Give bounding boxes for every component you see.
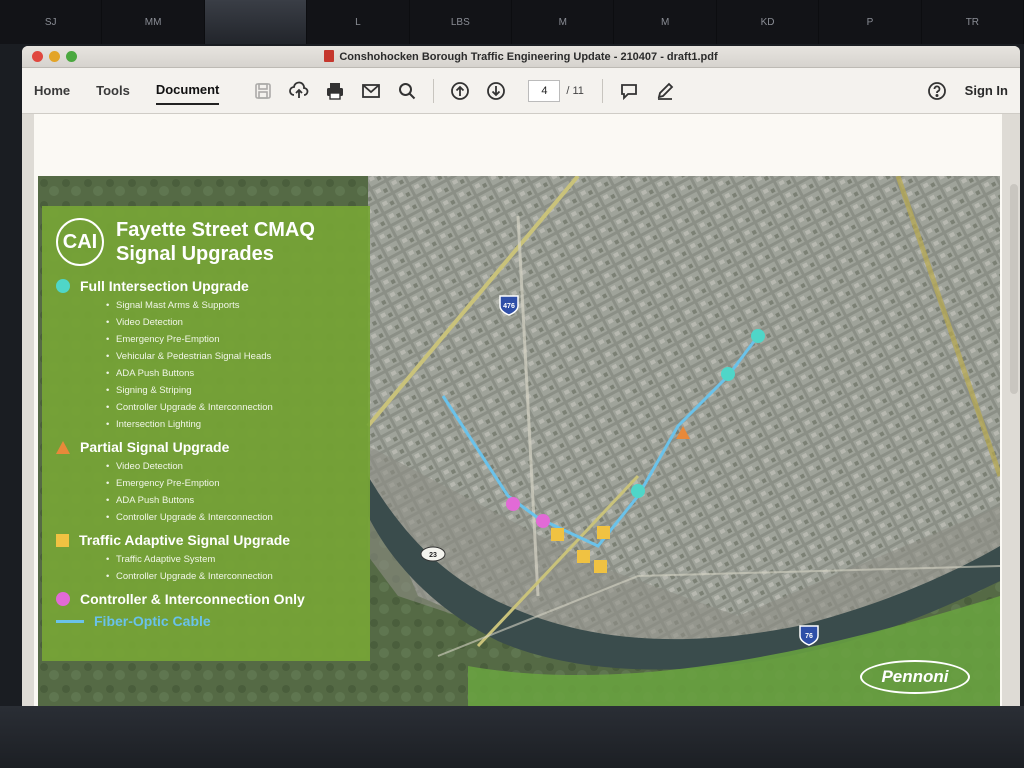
legend-item: Emergency Pre-Emption: [106, 331, 356, 348]
participant-tile[interactable]: M: [512, 0, 615, 44]
window-title: Conshohocken Borough Traffic Engineering…: [22, 50, 1020, 63]
tab-home[interactable]: Home: [34, 77, 70, 104]
legend-item: ADA Push Buttons: [106, 492, 356, 509]
legend-item-list: Traffic Adaptive System Controller Upgra…: [106, 551, 356, 585]
legend-category-label: Full Intersection Upgrade: [80, 278, 249, 294]
document-canvas[interactable]: 476 76 23 CAI Fayette Street CMAQ Signal…: [22, 114, 1020, 706]
participant-video-tile[interactable]: [204, 0, 308, 44]
legend-item: Controller Upgrade & Interconnection: [106, 399, 356, 416]
toolbar-divider: [433, 78, 435, 103]
tab-tools[interactable]: Tools: [96, 77, 130, 104]
page-number-input[interactable]: 4: [528, 79, 561, 102]
route-476-label: 476: [503, 303, 515, 310]
pennoni-logo: Pennoni: [860, 660, 970, 694]
help-icon[interactable]: [926, 80, 948, 102]
legend-category: Partial Signal Upgrade: [56, 439, 356, 455]
legend-category: Traffic Adaptive Signal Upgrade: [56, 532, 356, 548]
participant-tile[interactable]: L: [307, 0, 410, 44]
search-icon[interactable]: [396, 80, 418, 102]
legend-category-label: Traffic Adaptive Signal Upgrade: [79, 532, 291, 548]
legend-category-label: Controller & Interconnection Only: [80, 591, 305, 607]
interstate-shield-icon: 476: [499, 295, 519, 316]
slide-title-line2: Signal Upgrades: [116, 243, 274, 265]
fiber-line-marker-icon: [56, 619, 84, 623]
participant-strip: SJ MM L LBS M M KD P TR: [0, 0, 1024, 44]
participant-tile[interactable]: MM: [102, 0, 205, 44]
legend-item: Signing & Striping: [106, 382, 356, 399]
magenta-circle-marker-icon: [56, 592, 70, 606]
page-down-icon[interactable]: [485, 80, 507, 102]
window-title-text: Conshohocken Borough Traffic Engineering…: [339, 51, 718, 63]
participant-tile[interactable]: TR: [922, 0, 1024, 44]
pdf-viewer-window: Conshohocken Borough Traffic Engineering…: [22, 46, 1020, 706]
teal-circle-marker-icon: [56, 279, 70, 293]
desk-background: [0, 706, 1024, 768]
page-up-icon[interactable]: [449, 80, 471, 102]
legend-category-label: Fiber-Optic Cable: [94, 613, 211, 629]
pdf-file-icon: [324, 50, 335, 62]
comment-icon[interactable]: [618, 80, 640, 102]
cai-logo-icon: CAI: [56, 218, 104, 266]
legend-item: Video Detection: [106, 458, 356, 475]
main-toolbar: Home Tools Document 4 / 11 Sign In: [22, 68, 1020, 114]
participant-tile[interactable]: LBS: [410, 0, 513, 44]
legend-item: Emergency Pre-Emption: [106, 475, 356, 492]
route-23-label: 23: [429, 552, 437, 559]
legend-item: Controller Upgrade & Interconnection: [106, 568, 356, 585]
orange-triangle-marker-icon: [56, 440, 70, 454]
pen-icon[interactable]: [654, 80, 676, 102]
legend-category: Fiber-Optic Cable: [56, 613, 356, 629]
legend-item: ADA Push Buttons: [106, 365, 356, 382]
page-total: / 11: [566, 84, 584, 97]
legend-item: Controller Upgrade & Interconnection: [106, 509, 356, 526]
legend-category: Full Intersection Upgrade: [56, 278, 356, 294]
participant-tile[interactable]: P: [819, 0, 922, 44]
legend-item-list: Signal Mast Arms & Supports Video Detect…: [106, 297, 356, 433]
route-76-label: 76: [805, 633, 813, 640]
participant-tile[interactable]: M: [614, 0, 717, 44]
participant-tile[interactable]: KD: [717, 0, 820, 44]
legend-panel: CAI Fayette Street CMAQ Signal Upgrades …: [42, 206, 370, 661]
tab-document[interactable]: Document: [155, 76, 220, 105]
legend-item: Signal Mast Arms & Supports: [106, 297, 356, 314]
legend-item: Intersection Lighting: [106, 416, 356, 433]
legend-item: Video Detection: [106, 314, 356, 331]
slide-title-line1: Fayette Street CMAQ: [116, 219, 315, 241]
title-bar: Conshohocken Borough Traffic Engineering…: [22, 46, 1020, 68]
interstate-shield-icon: 76: [799, 625, 819, 646]
yellow-square-marker-icon: [56, 533, 69, 547]
legend-category: Controller & Interconnection Only: [56, 591, 356, 607]
mail-icon[interactable]: [360, 80, 382, 102]
legend-item: Vehicular & Pedestrian Signal Heads: [106, 348, 356, 365]
vertical-scrollbar[interactable]: [1010, 184, 1018, 394]
slide-map-figure: 476 76 23 CAI Fayette Street CMAQ Signal…: [38, 176, 1000, 706]
state-route-shield-icon: 23: [420, 546, 446, 562]
sign-in-button[interactable]: Sign In: [965, 83, 1008, 98]
legend-item: Traffic Adaptive System: [106, 551, 356, 568]
save-icon[interactable]: [252, 80, 274, 102]
legend-title: Fayette Street CMAQ Signal Upgrades: [116, 218, 315, 266]
upload-icon[interactable]: [288, 80, 310, 102]
legend-header: CAI Fayette Street CMAQ Signal Upgrades: [56, 218, 356, 266]
legend-item-list: Video Detection Emergency Pre-Emption AD…: [106, 458, 356, 526]
legend-category-label: Partial Signal Upgrade: [80, 439, 230, 455]
print-icon[interactable]: [324, 80, 346, 102]
toolbar-divider: [601, 78, 603, 103]
pdf-page: 476 76 23 CAI Fayette Street CMAQ Signal…: [34, 114, 1002, 706]
participant-tile[interactable]: SJ: [0, 0, 103, 44]
